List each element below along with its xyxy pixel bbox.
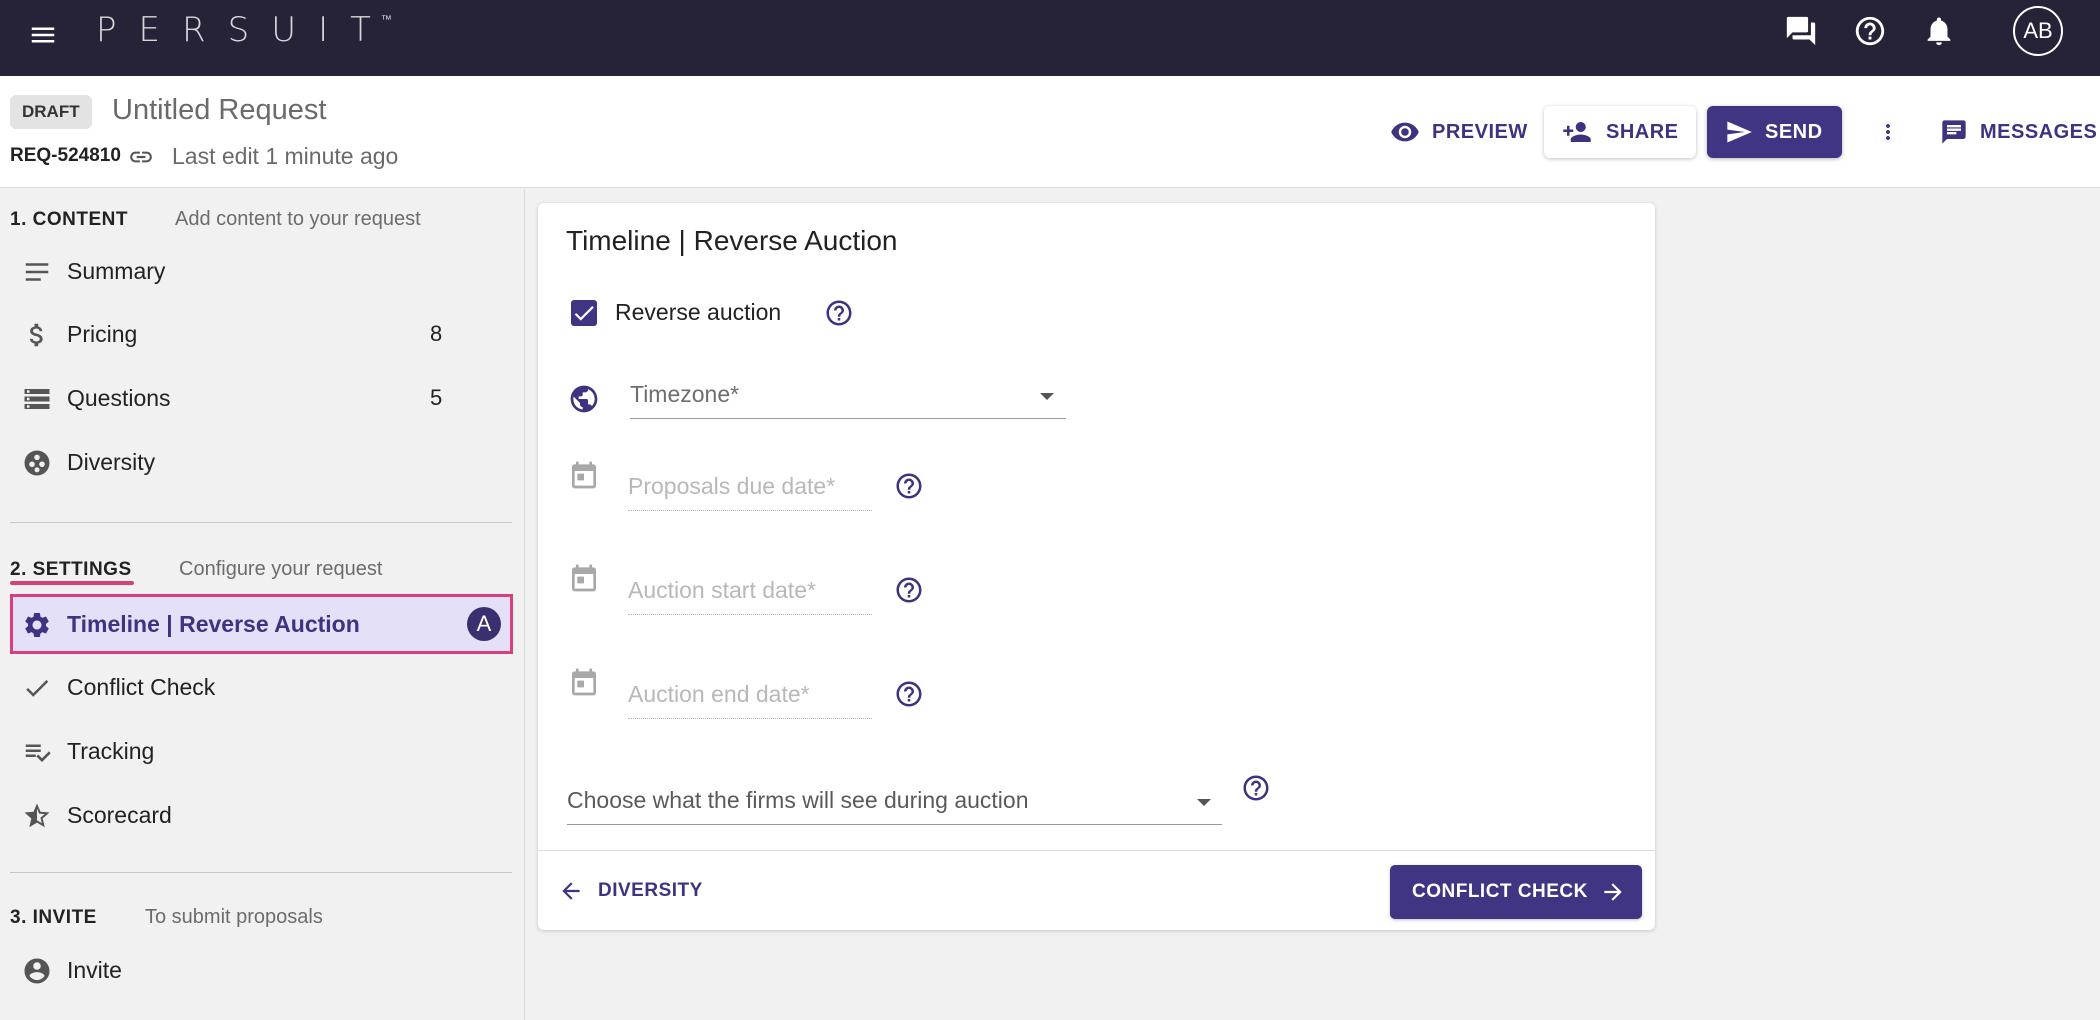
top-app-bar: PERSUIT™ AB [0,0,2100,76]
playlist-check-icon [25,744,51,762]
sidebar-item-tracking[interactable]: Tracking [10,722,512,780]
sidebar-item-conflict-check[interactable]: Conflict Check [10,658,512,716]
auction-start-placeholder: Auction start date* [628,577,816,603]
calendar-icon [572,564,596,592]
auction-end-placeholder: Auction end date* [628,681,810,707]
reverse-auction-checkbox[interactable] [571,300,597,326]
sidebar-item-label: Timeline | Reverse Auction [67,610,360,637]
menu-icon[interactable] [28,20,58,50]
help-circle-icon[interactable] [894,575,924,605]
sidebar-item-count: 8 [430,321,443,346]
proposals-due-placeholder: Proposals due date* [628,473,836,499]
sidebar-item-label: Invite [67,956,122,983]
arrow-right-icon [1604,883,1622,901]
content-section-heading: 1. CONTENT [10,209,128,230]
help-icon[interactable] [1853,14,1887,48]
sidebar-item-invite[interactable]: Invite [10,941,512,999]
auction-visibility-select[interactable]: Choose what the firms will see during au… [567,777,1222,825]
card-footer-divider [538,850,1655,851]
add-people-icon [1563,122,1591,142]
dropdown-arrow-icon [1197,799,1211,806]
sidebar-item-label: Scorecard [67,801,172,828]
settings-section-description: Configure your request [179,558,383,580]
auction-end-date-field[interactable]: Auction end date* [628,673,872,719]
lines-icon [25,263,49,281]
more-vert-icon[interactable] [1876,116,1900,148]
send-label: SEND [1765,120,1823,143]
messages-label: MESSAGES [1980,120,2098,143]
send-button[interactable]: SEND [1707,106,1842,158]
timezone-select[interactable]: Timezone* [630,371,1066,419]
sidebar-item-label: Summary [67,257,166,284]
check-icon [26,679,49,697]
help-circle-icon[interactable] [894,471,924,501]
messages-button[interactable]: MESSAGES [1940,106,2097,158]
timezone-placeholder: Timezone* [630,381,740,407]
sidebar-item-count: 5 [430,385,443,410]
sidebar-item-pricing[interactable]: Pricing 8 [10,305,512,363]
preview-label: PREVIEW [1432,120,1528,143]
diversity-icon [24,450,50,476]
request-title[interactable]: Untitled Request [112,94,326,127]
user-avatar[interactable]: AB [2013,6,2063,56]
item-badge: A [467,607,501,641]
timeline-card: Timeline | Reverse Auction Reverse aucti… [538,203,1655,930]
status-badge: DRAFT [10,95,92,129]
preview-button[interactable]: PREVIEW [1390,106,1528,158]
dollar-icon [29,323,43,347]
active-section-underline [10,581,134,585]
share-label: SHARE [1606,120,1679,143]
star-half-icon [24,803,50,828]
bell-icon[interactable] [1922,14,1956,48]
gear-icon [25,613,49,637]
sidebar-item-label: Diversity [67,448,156,475]
sidebar: 1. CONTENT Add content to your request S… [0,189,525,1020]
auction-visibility-placeholder: Choose what the firms will see during au… [567,787,1029,813]
sidebar-item-scorecard[interactable]: Scorecard [10,786,512,844]
divider [10,522,512,523]
sidebar-item-summary[interactable]: Summary [10,242,512,300]
request-id: REQ-524810 [10,145,121,166]
help-circle-icon[interactable] [1241,773,1271,803]
sidebar-item-label: Tracking [67,737,155,764]
persuit-logo[interactable]: PERSUIT™ [96,10,404,50]
globe-icon [570,385,598,413]
next-conflict-check-button[interactable]: CONFLICT CHECK [1390,865,1642,919]
last-edit-text: Last edit 1 minute ago [172,143,399,169]
calendar-icon [572,668,596,696]
reverse-auction-label: Reverse auction [615,299,782,325]
sidebar-item-diversity[interactable]: Diversity [10,433,512,491]
back-label: DIVERSITY [598,880,703,901]
sidebar-item-label: Questions [67,384,171,411]
settings-section-heading: 2. SETTINGS [10,559,132,580]
account-circle-icon [24,958,50,984]
content-section-description: Add content to your request [175,208,421,230]
eye-icon [1391,122,1419,142]
invite-section-description: To submit proposals [145,906,323,928]
next-label: CONFLICT CHECK [1412,881,1588,902]
invite-section-heading: 3. INVITE [10,907,97,928]
storage-icon [24,389,50,409]
page-title: Timeline | Reverse Auction [566,225,898,256]
dropdown-arrow-icon [1040,393,1054,400]
chat-icon[interactable] [1784,14,1818,48]
proposals-due-date-field[interactable]: Proposals due date* [628,465,872,511]
sidebar-item-questions[interactable]: Questions 5 [10,369,512,427]
checkmark-icon [574,306,594,321]
divider [10,872,512,873]
calendar-icon [572,461,596,489]
sidebar-item-timeline-reverse-auction[interactable]: Timeline | Reverse Auction A [10,594,513,654]
arrow-left-icon [562,882,580,900]
sidebar-item-label: Pricing [67,320,138,347]
back-to-diversity-button[interactable]: DIVERSITY [558,871,703,911]
send-icon [1727,121,1752,143]
sidebar-item-label: Conflict Check [67,673,216,700]
help-circle-icon[interactable] [894,679,924,709]
request-header: DRAFT Untitled Request REQ-524810 Last e… [0,76,2100,188]
help-circle-icon[interactable] [824,298,854,328]
auction-start-date-field[interactable]: Auction start date* [628,569,872,615]
link-icon[interactable] [128,144,154,170]
message-icon [1942,120,1966,144]
share-button[interactable]: SHARE [1544,106,1696,158]
